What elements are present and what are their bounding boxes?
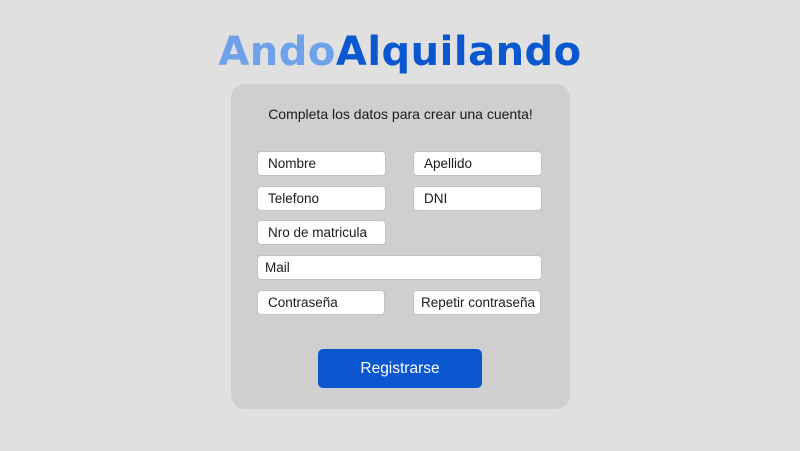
nombre-input[interactable]: Nombre: [257, 151, 386, 176]
password-input[interactable]: Contraseña: [257, 290, 385, 315]
form-subtitle: Completa los datos para crear una cuenta…: [268, 106, 533, 122]
mail-input[interactable]: Mail: [257, 255, 542, 280]
apellido-input[interactable]: Apellido: [413, 151, 542, 176]
dni-input[interactable]: DNI: [413, 186, 542, 211]
register-button[interactable]: Registrarse: [318, 349, 482, 388]
password-repeat-input[interactable]: Repetir contraseña: [413, 290, 541, 315]
brand-logo: AndoAlquilando: [0, 27, 800, 77]
matricula-input[interactable]: Nro de matricula: [257, 220, 386, 245]
brand-name-part2: Alquilando: [335, 29, 582, 75]
telefono-input[interactable]: Telefono: [257, 186, 386, 211]
register-card: Completa los datos para crear una cuenta…: [231, 84, 570, 409]
brand-name-part1: Ando: [218, 29, 336, 75]
